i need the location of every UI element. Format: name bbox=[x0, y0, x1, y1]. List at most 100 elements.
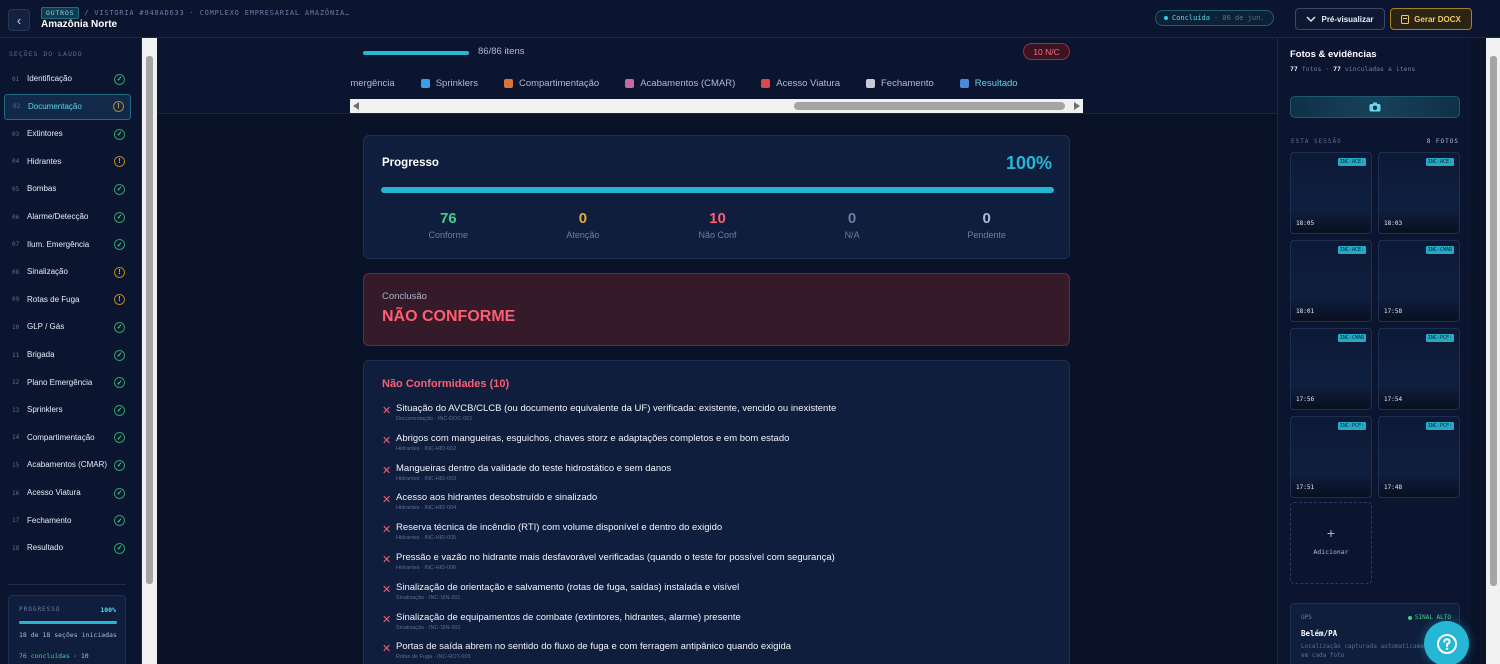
preview-button[interactable]: Pré-visualizar bbox=[1295, 8, 1385, 30]
page-scrollbar[interactable] bbox=[1486, 38, 1500, 664]
scroll-left-icon[interactable] bbox=[353, 102, 359, 110]
generate-docx-button[interactable]: Gerar DOCX bbox=[1390, 8, 1472, 30]
sidebar-item-7[interactable]: 08 Sinalização! bbox=[4, 259, 131, 285]
check-icon: ✓ bbox=[114, 239, 125, 251]
photos-linked-label: vinculadas a itens bbox=[1344, 65, 1416, 73]
sidebar-item-3[interactable]: 04 Hidrantes! bbox=[4, 149, 131, 175]
tab-icon bbox=[865, 78, 875, 88]
sidebar-item-8[interactable]: 09 Rotas de Fuga! bbox=[4, 287, 131, 313]
scroll-right-icon[interactable] bbox=[1074, 102, 1080, 110]
photo-thumbnail[interactable]: INC-CMAR 17:58 bbox=[1378, 240, 1460, 322]
progress-stat-value: 0 bbox=[847, 210, 857, 227]
close-icon: ✕ bbox=[382, 583, 392, 596]
close-icon: ✕ bbox=[382, 643, 392, 656]
breadcrumb-vistoria[interactable]: VISTORIA #948AD633 bbox=[94, 9, 184, 17]
tab-4[interactable]: Acesso Viatura bbox=[761, 70, 840, 96]
sidebar-item-12[interactable]: 13 Sprinklers ✓ bbox=[4, 397, 131, 423]
photo-thumbnail[interactable]: INC-CMAR 17:56 bbox=[1290, 328, 1372, 410]
capture-photo-button[interactable] bbox=[1290, 96, 1460, 118]
help-button[interactable] bbox=[1424, 621, 1469, 664]
check-icon: ✓ bbox=[114, 128, 125, 140]
main-content: 86/86 itens 10 N/C Emergência Sprinklers C… bbox=[157, 38, 1277, 664]
sidebar-item-4[interactable]: 05 Bombas ✓ bbox=[4, 176, 131, 202]
sidebar-scroll-thumb[interactable] bbox=[146, 56, 153, 584]
plus-icon: + bbox=[1326, 525, 1336, 541]
progress-pct: 100% bbox=[1005, 153, 1052, 173]
tab-3[interactable]: Acabamentos (CMAR) bbox=[625, 70, 735, 96]
close-icon: ✕ bbox=[382, 494, 392, 507]
chevron-left-icon: ‹ bbox=[16, 12, 22, 28]
back-button[interactable]: ‹ bbox=[8, 9, 30, 31]
sidebar-item-9[interactable]: 10 GLP / Gás ✓ bbox=[4, 314, 131, 340]
progress-stat-label: N/A bbox=[844, 230, 860, 240]
breadcrumb-client[interactable]: COMPLEXO EMPRESARIAL AMAZÔNIA… bbox=[200, 9, 350, 17]
gps-city: Belém/PA bbox=[1301, 629, 1338, 638]
sidebar-scrollbar[interactable] bbox=[142, 38, 157, 664]
sidebar-item-number: 11 bbox=[12, 351, 20, 359]
sidebar-item-0[interactable]: 01 Identificação ✓ bbox=[4, 66, 131, 92]
nc-count-badge: 10 N/C bbox=[1023, 43, 1070, 60]
help-icon bbox=[1436, 633, 1457, 654]
sidebar-progress-card: PROGRESSO 100% 18 de 18 seções iniciadas… bbox=[8, 595, 126, 664]
photo-thumbnail[interactable]: INC-PCF- 17:54 bbox=[1378, 328, 1460, 410]
photo-tag: INC-CMAR bbox=[1425, 246, 1454, 254]
sidebar-item-5[interactable]: 06 Alarme/Detecção ✓ bbox=[4, 204, 131, 230]
check-icon: ✓ bbox=[114, 349, 125, 361]
photo-thumbnail[interactable]: INC-PCF- 17:48 bbox=[1378, 416, 1460, 498]
tab-icon bbox=[503, 78, 513, 88]
photo-thumbnail[interactable]: INC-PCF- 17:51 bbox=[1290, 416, 1372, 498]
add-photo-button[interactable]: + Adicionar bbox=[1290, 502, 1372, 584]
nonconformity-text: Portas de saída abrem no sentido do flux… bbox=[396, 641, 792, 653]
preview-label: Pré-visualizar bbox=[1321, 14, 1374, 24]
sidebar-progress-bar bbox=[19, 621, 117, 624]
sidebar-item-1[interactable]: 02 Documentação! bbox=[4, 93, 131, 120]
session-count: 8 FOTOS bbox=[1426, 138, 1459, 145]
tab-5[interactable]: Fechamento bbox=[865, 70, 934, 96]
breadcrumb-sep: / bbox=[84, 9, 90, 17]
sidebar-item-label: Acesso Viatura bbox=[27, 488, 81, 497]
check-icon: ✓ bbox=[114, 542, 125, 554]
sidebar-item-number: 16 bbox=[12, 489, 20, 497]
photo-thumbnail[interactable]: INC-ACE- 18:03 bbox=[1378, 152, 1460, 234]
progress-title: Progresso bbox=[382, 157, 439, 169]
session-label: ESTA SESSÃO bbox=[1291, 138, 1342, 145]
sidebar-item-10[interactable]: 11 Brigada ✓ bbox=[4, 342, 131, 368]
tab-2[interactable]: Compartimentação bbox=[503, 70, 599, 96]
sidebar-item-6[interactable]: 07 Ilum. Emergência ✓ bbox=[4, 232, 131, 258]
photo-time: 18:03 bbox=[1384, 220, 1403, 227]
nonconformity-text: Mangueiras dentro da validade do teste h… bbox=[396, 462, 672, 474]
sidebar-item-16[interactable]: 17 Fechamento ✓ bbox=[4, 508, 131, 534]
sidebar-item-14[interactable]: 15 Acabamentos (CMAR) ✓ bbox=[4, 452, 131, 478]
sidebar-item-11[interactable]: 12 Plano Emergência ✓ bbox=[4, 370, 131, 396]
sidebar-progress-label: PROGRESSO bbox=[19, 606, 61, 613]
progress-stat: 76 Conforme bbox=[381, 210, 516, 240]
sidebar-item-2[interactable]: 03 Extintores ✓ bbox=[4, 121, 131, 147]
photo-time: 18:01 bbox=[1296, 308, 1315, 315]
sidebar-item-13[interactable]: 14 Compartimentação ✓ bbox=[4, 425, 131, 451]
photo-time: 17:56 bbox=[1296, 396, 1315, 403]
page-scroll-thumb[interactable] bbox=[1490, 56, 1497, 586]
tab-icon bbox=[625, 78, 635, 88]
status-date: · 06 de jun. bbox=[1213, 14, 1265, 22]
nonconformities-card: Não Conformidades (10) ✕ Situação do AVCB… bbox=[363, 360, 1070, 664]
tab-label: Acesso Viatura bbox=[776, 77, 840, 89]
tabs-scroll-thumb[interactable] bbox=[794, 102, 1065, 110]
nonconformities-title: Não Conformidades (10) bbox=[382, 378, 510, 390]
sidebar-item-number: 03 bbox=[12, 130, 20, 138]
sidebar-item-label: Bombas bbox=[27, 184, 57, 194]
nonconformity-meta: Rotas de Fuga · INC-ROT-003 bbox=[396, 654, 471, 661]
sidebar-progress-rest: · 10 bbox=[73, 652, 89, 660]
sidebar-item-15[interactable]: 16 Acesso Viatura ✓ bbox=[4, 480, 131, 506]
sidebar-item-number: 02 bbox=[13, 103, 21, 111]
top-bar: ‹ OUTROS / VISTORIA #948AD633 · COMPLEXO… bbox=[0, 0, 1500, 38]
sidebar-item-number: 06 bbox=[12, 213, 20, 221]
tab-icon bbox=[761, 78, 771, 88]
tab-0[interactable]: Emergência bbox=[350, 70, 395, 96]
photo-thumbnail[interactable]: INC-ACE- 18:01 bbox=[1290, 240, 1372, 322]
sidebar-item-17[interactable]: 18 Resultado ✓ bbox=[4, 535, 131, 561]
tab-1[interactable]: Sprinklers bbox=[420, 70, 478, 96]
photo-thumbnail[interactable]: INC-ACE- 18:05 bbox=[1290, 152, 1372, 234]
tabs-scrollbar[interactable] bbox=[350, 99, 1083, 113]
check-icon: ✓ bbox=[114, 404, 125, 416]
tab-6[interactable]: Resultado bbox=[959, 70, 1018, 96]
